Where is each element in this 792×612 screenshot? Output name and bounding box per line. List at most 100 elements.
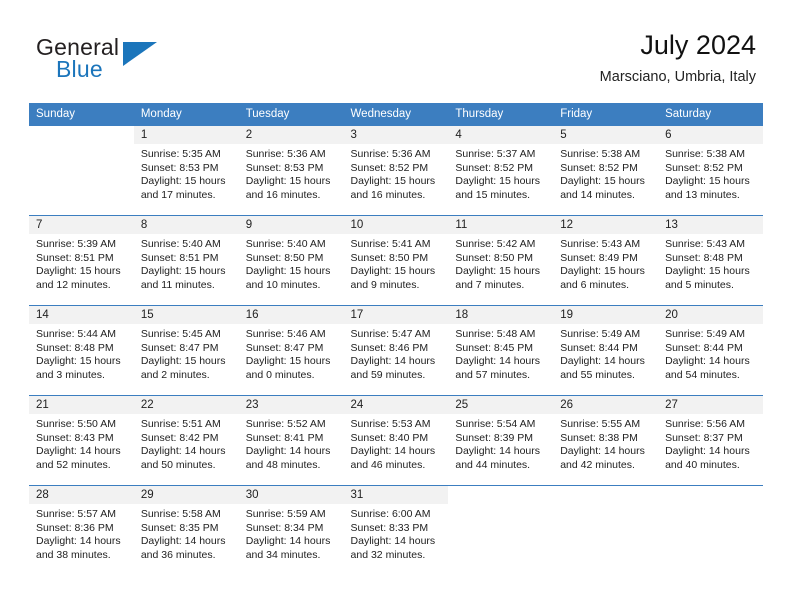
day-cell-inner: 3 Sunrise: 5:36 AM Sunset: 8:52 PM Daylight…	[343, 126, 449, 215]
daylight-text: Daylight: 14 hours and 52 minutes.	[36, 445, 121, 471]
calendar-day-cell[interactable]: 19 Sunrise: 5:49 AM Sunset: 8:44 PM Dayligh…	[553, 305, 659, 396]
day-cell-inner: 22 Sunrise: 5:51 AM Sunset: 8:42 PM Dayligh…	[133, 396, 239, 485]
sunrise-text: Sunrise: 5:46 AM	[245, 328, 326, 340]
calendar-day-cell[interactable]: 22 Sunrise: 5:51 AM Sunset: 8:42 PM Dayligh…	[133, 395, 239, 486]
day-details: Sunrise: 6:00 AM Sunset: 8:33 PM Daylight:…	[344, 504, 449, 562]
sunset-text: Sunset: 8:51 PM	[140, 251, 219, 264]
day-number: 2	[238, 126, 344, 144]
sunrise-text: Sunrise: 5:35 AM	[140, 148, 221, 160]
daylight-text: Daylight: 15 hours and 6 minutes.	[560, 265, 645, 291]
day-number	[29, 126, 134, 144]
calendar-day-cell[interactable]: 25 Sunrise: 5:54 AM Sunset: 8:39 PM Dayligh…	[448, 395, 554, 486]
day-details: Sunrise: 5:59 AM Sunset: 8:34 PM Daylight:…	[239, 504, 344, 562]
day-cell-inner: 27 Sunrise: 5:56 AM Sunset: 8:37 PM Dayligh…	[658, 396, 763, 485]
day-cell-inner	[29, 126, 134, 215]
weekday-header-monday: Monday	[133, 103, 239, 126]
sunrise-text: Sunrise: 5:38 AM	[665, 148, 746, 160]
sunset-text: Sunset: 8:45 PM	[455, 341, 534, 354]
day-cell-inner: 8 Sunrise: 5:40 AM Sunset: 8:51 PM Daylight…	[133, 216, 239, 305]
calendar-day-cell[interactable]: 11 Sunrise: 5:42 AM Sunset: 8:50 PM Dayligh…	[448, 215, 554, 306]
calendar-day-cell	[658, 485, 763, 576]
calendar-day-cell[interactable]: 1 Sunrise: 5:35 AM Sunset: 8:53 PM Daylight…	[133, 125, 239, 216]
calendar-day-cell[interactable]: 5 Sunrise: 5:38 AM Sunset: 8:52 PM Daylight…	[553, 125, 659, 216]
calendar-day-cell[interactable]: 20 Sunrise: 5:49 AM Sunset: 8:44 PM Dayligh…	[658, 305, 763, 396]
day-cell-inner: 25 Sunrise: 5:54 AM Sunset: 8:39 PM Dayligh…	[448, 396, 554, 485]
calendar-day-cell[interactable]: 13 Sunrise: 5:43 AM Sunset: 8:48 PM Dayligh…	[658, 215, 763, 306]
sunset-text: Sunset: 8:47 PM	[140, 341, 219, 354]
day-details: Sunrise: 5:40 AM Sunset: 8:51 PM Daylight:…	[134, 234, 239, 292]
calendar-day-cell[interactable]: 27 Sunrise: 5:56 AM Sunset: 8:37 PM Dayligh…	[658, 395, 763, 486]
daylight-text: Daylight: 14 hours and 48 minutes.	[245, 445, 331, 471]
day-cell-inner: 17 Sunrise: 5:47 AM Sunset: 8:46 PM Dayligh…	[343, 306, 449, 395]
sunset-text: Sunset: 8:44 PM	[665, 341, 743, 354]
calendar-day-cell[interactable]: 29 Sunrise: 5:58 AM Sunset: 8:35 PM Dayligh…	[133, 485, 239, 576]
calendar-day-cell[interactable]: 14 Sunrise: 5:44 AM Sunset: 8:48 PM Dayligh…	[29, 305, 134, 396]
calendar-day-cell[interactable]: 7 Sunrise: 5:39 AM Sunset: 8:51 PM Daylight…	[29, 215, 134, 306]
calendar-day-cell[interactable]: 24 Sunrise: 5:53 AM Sunset: 8:40 PM Dayligh…	[343, 395, 449, 486]
sunrise-text: Sunrise: 5:37 AM	[455, 148, 536, 160]
day-details: Sunrise: 5:53 AM Sunset: 8:40 PM Daylight:…	[344, 414, 449, 472]
sunset-text: Sunset: 8:35 PM	[140, 521, 219, 534]
calendar-day-cell[interactable]: 18 Sunrise: 5:48 AM Sunset: 8:45 PM Dayligh…	[448, 305, 554, 396]
sunset-text: Sunset: 8:34 PM	[245, 521, 324, 534]
page-header: General Blue July 2024 Marsciano, Umbria…	[0, 0, 792, 103]
day-number: 13	[658, 216, 763, 234]
day-number: 31	[343, 486, 449, 504]
calendar-day-cell[interactable]: 17 Sunrise: 5:47 AM Sunset: 8:46 PM Dayligh…	[343, 305, 449, 396]
sunset-text: Sunset: 8:52 PM	[455, 161, 534, 174]
calendar-day-cell[interactable]: 30 Sunrise: 5:59 AM Sunset: 8:34 PM Dayligh…	[238, 485, 344, 576]
calendar-day-cell	[29, 125, 134, 216]
calendar-day-cell[interactable]: 28 Sunrise: 5:57 AM Sunset: 8:36 PM Dayligh…	[29, 485, 134, 576]
sunrise-text: Sunrise: 5:49 AM	[560, 328, 641, 340]
calendar-table: Sunday Monday Tuesday Wednesday Thursday…	[29, 103, 763, 576]
calendar-day-cell[interactable]: 6 Sunrise: 5:38 AM Sunset: 8:52 PM Daylight…	[658, 125, 763, 216]
day-cell-inner: 9 Sunrise: 5:40 AM Sunset: 8:50 PM Daylight…	[238, 216, 344, 305]
day-details: Sunrise: 5:35 AM Sunset: 8:53 PM Daylight:…	[134, 144, 239, 202]
calendar-day-cell[interactable]: 9 Sunrise: 5:40 AM Sunset: 8:50 PM Daylight…	[238, 215, 344, 306]
calendar-day-cell[interactable]: 26 Sunrise: 5:55 AM Sunset: 8:38 PM Dayligh…	[553, 395, 659, 486]
day-number: 21	[29, 396, 134, 414]
day-number: 14	[29, 306, 134, 324]
sunset-text: Sunset: 8:41 PM	[245, 431, 324, 444]
daylight-text: Daylight: 15 hours and 2 minutes.	[140, 355, 226, 381]
daylight-text: Daylight: 14 hours and 42 minutes.	[560, 445, 645, 471]
sunrise-text: Sunrise: 5:40 AM	[140, 238, 221, 250]
calendar-day-cell[interactable]: 10 Sunrise: 5:41 AM Sunset: 8:50 PM Dayligh…	[343, 215, 449, 306]
day-number: 12	[553, 216, 659, 234]
calendar-day-cell[interactable]: 31 Sunrise: 6:00 AM Sunset: 8:33 PM Dayligh…	[343, 485, 449, 576]
sunset-text: Sunset: 8:52 PM	[665, 161, 743, 174]
day-cell-inner: 14 Sunrise: 5:44 AM Sunset: 8:48 PM Dayligh…	[29, 306, 134, 395]
day-number: 16	[238, 306, 344, 324]
daylight-text: Daylight: 14 hours and 40 minutes.	[665, 445, 750, 471]
calendar-week-row: 28 Sunrise: 5:57 AM Sunset: 8:36 PM Dayligh…	[29, 485, 763, 576]
calendar-day-cell[interactable]: 4 Sunrise: 5:37 AM Sunset: 8:52 PM Daylight…	[448, 125, 554, 216]
calendar-day-cell[interactable]: 23 Sunrise: 5:52 AM Sunset: 8:41 PM Dayligh…	[238, 395, 344, 486]
sunrise-text: Sunrise: 5:39 AM	[36, 238, 116, 250]
sunset-text: Sunset: 8:48 PM	[665, 251, 743, 264]
sunset-text: Sunset: 8:50 PM	[245, 251, 324, 264]
general-blue-logo[interactable]: General Blue	[36, 34, 216, 86]
calendar-day-cell[interactable]: 15 Sunrise: 5:45 AM Sunset: 8:47 PM Dayligh…	[133, 305, 239, 396]
sunset-text: Sunset: 8:47 PM	[245, 341, 324, 354]
day-details: Sunrise: 5:38 AM Sunset: 8:52 PM Daylight:…	[658, 144, 763, 202]
day-cell-inner: 1 Sunrise: 5:35 AM Sunset: 8:53 PM Daylight…	[133, 126, 239, 215]
sunrise-text: Sunrise: 6:00 AM	[350, 508, 431, 520]
day-details: Sunrise: 5:58 AM Sunset: 8:35 PM Daylight:…	[134, 504, 239, 562]
day-number	[658, 486, 763, 504]
day-details: Sunrise: 5:38 AM Sunset: 8:52 PM Daylight:…	[553, 144, 658, 202]
day-number: 27	[658, 396, 763, 414]
calendar-day-cell[interactable]: 2 Sunrise: 5:36 AM Sunset: 8:53 PM Daylight…	[238, 125, 344, 216]
sunrise-text: Sunrise: 5:36 AM	[350, 148, 431, 160]
sunrise-text: Sunrise: 5:43 AM	[560, 238, 641, 250]
day-cell-inner	[658, 486, 763, 575]
calendar-day-cell[interactable]: 16 Sunrise: 5:46 AM Sunset: 8:47 PM Dayligh…	[238, 305, 344, 396]
day-number: 23	[238, 396, 344, 414]
day-details: Sunrise: 5:46 AM Sunset: 8:47 PM Daylight:…	[239, 324, 344, 382]
calendar-day-cell[interactable]: 12 Sunrise: 5:43 AM Sunset: 8:49 PM Dayligh…	[553, 215, 659, 306]
calendar-day-cell[interactable]: 21 Sunrise: 5:50 AM Sunset: 8:43 PM Dayligh…	[29, 395, 134, 486]
calendar-day-cell[interactable]: 3 Sunrise: 5:36 AM Sunset: 8:52 PM Daylight…	[343, 125, 449, 216]
logo-text-blue: Blue	[56, 56, 103, 82]
sunset-text: Sunset: 8:51 PM	[36, 251, 114, 264]
calendar-day-cell[interactable]: 8 Sunrise: 5:40 AM Sunset: 8:51 PM Daylight…	[133, 215, 239, 306]
day-details: Sunrise: 5:48 AM Sunset: 8:45 PM Daylight:…	[448, 324, 553, 382]
